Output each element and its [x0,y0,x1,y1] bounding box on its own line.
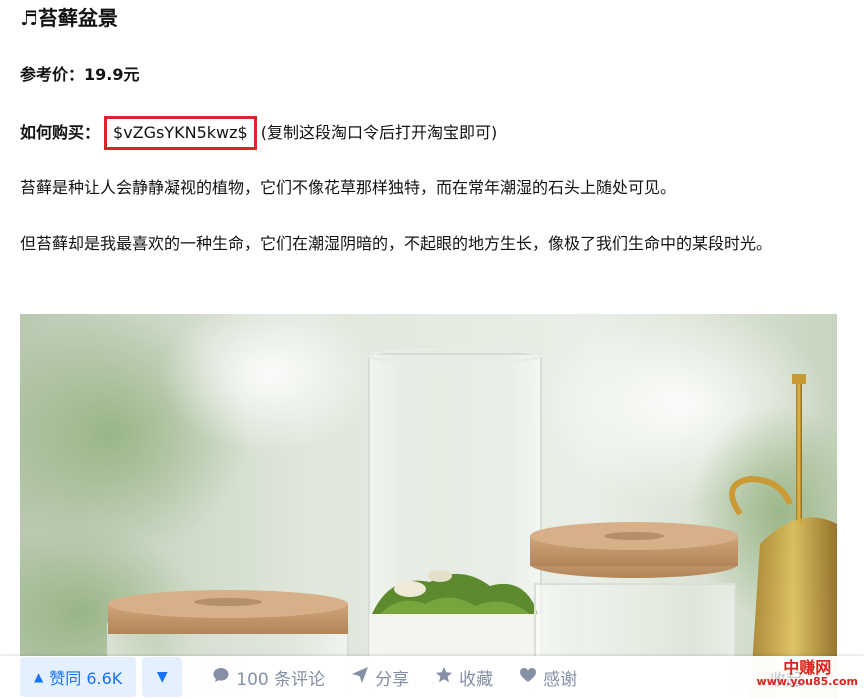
favorite-button[interactable]: 收藏 [435,665,493,690]
thanks-label: 感谢 [543,669,578,690]
comment-bubble-icon [212,666,230,688]
heart-icon [519,666,537,688]
buy-line: 如何购买： $vZGsYKN5kwz$ (复制这段淘口令后打开淘宝即可) [20,116,497,150]
downvote-button[interactable]: ▼ [142,657,183,697]
watermark-line2: www.you85.com [756,675,858,688]
action-bar: ▲ 赞同 6.6K ▼ 100 条评论 分享 收藏 感谢 [0,656,864,698]
article-title: ♬苔藓盆景 [20,6,118,30]
paper-plane-icon [351,666,369,688]
price-label: 参考价： [20,65,85,84]
paragraph-1: 苔藓是种让人会静静凝视的植物，它们不像花草那样独特，而在常年潮湿的石头上随处可见… [20,178,677,197]
share-label: 分享 [375,669,410,690]
price-value: 19.9元 [84,65,140,84]
share-button[interactable]: 分享 [351,665,409,690]
triangle-up-icon: ▲ [34,670,44,684]
photo-illustration [20,314,837,698]
paragraph-2: 但苔藓却是我最喜欢的一种生命，它们在潮湿阴暗的，不起眼的地方生长，像极了我们生命… [20,234,773,253]
upvote-label: 赞同 6.6K [49,669,123,688]
code-hint: (复制这段淘口令后打开淘宝即可) [260,123,498,142]
price-line: 参考价：19.9元 [20,62,140,88]
taobao-code[interactable]: $vZGsYKN5kwz$ [104,116,257,150]
thanks-button[interactable]: 感谢 [519,665,577,690]
buy-label: 如何购买： [20,123,101,142]
site-watermark: 中赚网 www.you85.com [756,658,858,688]
star-icon [435,666,453,688]
comments-label: 100 条评论 [236,669,326,690]
comments-button[interactable]: 100 条评论 [212,665,325,690]
triangle-down-icon: ▼ [156,669,168,685]
upvote-button[interactable]: ▲ 赞同 6.6K [20,657,137,697]
favorite-label: 收藏 [459,669,494,690]
moss-terrarium-photo [20,314,837,698]
watermark-line1: 中赚网 [783,658,832,677]
